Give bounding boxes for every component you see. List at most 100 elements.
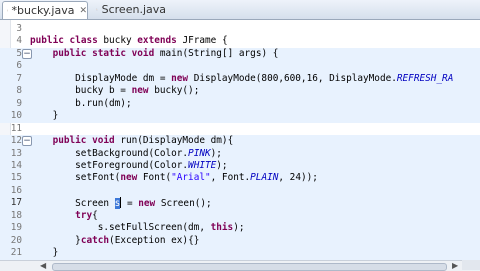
code-token: ); [216, 159, 228, 171]
code-token: public [52, 47, 87, 59]
code-token: setFont( [30, 172, 121, 184]
code-token: public [30, 35, 64, 47]
close-tab-icon[interactable]: ✕ [79, 6, 87, 16]
code-line[interactable]: 12− public void run(DisplayMode dm){ [0, 135, 480, 148]
line-number: 13 [10, 147, 22, 159]
code-token: { [92, 209, 98, 221]
line-number: 10 [10, 110, 22, 122]
tab-bucky-java[interactable]: J *bucky.java ✕ [2, 1, 88, 19]
line-number: 15 [10, 172, 22, 184]
code-token: b.run(dm); [30, 97, 132, 109]
java-editor: J *bucky.java ✕ J Screen.java 3 4 public c… [0, 0, 480, 271]
code-token: new [131, 85, 149, 97]
code-token: } [30, 247, 59, 259]
code-text: public static void main(String[] args) { [30, 47, 279, 61]
line-number: 11 [10, 122, 22, 134]
line-number: 6 [16, 60, 22, 72]
code-token: Screen(); [155, 198, 212, 210]
code-token: REFRESH_RA [396, 72, 454, 84]
line-number: 16 [10, 184, 22, 196]
code-text: } [30, 110, 59, 123]
code-token: setBackground(Color. [30, 147, 189, 159]
code-token: new [138, 198, 156, 210]
tab-screen-java[interactable]: J Screen.java [90, 1, 166, 18]
code-line[interactable]: 11 [0, 123, 480, 136]
code-line[interactable]: 20 }catch(Exception ex){} [0, 234, 480, 248]
code-token: setForeground(Color. [30, 159, 189, 171]
code-token: Font( [137, 172, 172, 184]
code-line[interactable]: 21 } [0, 247, 480, 260]
line-number: 5 [16, 47, 22, 59]
line-number: 18 [10, 209, 22, 221]
code-line[interactable]: 16 [0, 184, 480, 198]
line-number: 17 [10, 197, 22, 209]
code-token: , Font. [210, 172, 251, 184]
line-number: 3 [16, 23, 22, 34]
code-line[interactable]: 15 setFont(new Font("Arial", Font.PLAIN,… [0, 172, 480, 185]
code-text: public void run(DisplayMode dm){ [30, 135, 234, 148]
code-token: WHITE [188, 159, 217, 171]
code-line[interactable]: 3 [0, 23, 480, 36]
code-token: Screen [30, 198, 115, 210]
code-line[interactable]: 5− public static void main(String[] args… [0, 47, 480, 61]
code-line[interactable]: 10 } [0, 110, 480, 123]
code-line[interactable]: 9 b.run(dm); [0, 97, 480, 111]
scroll-left-arrow-icon[interactable]: ◀ [40, 262, 48, 270]
code-line[interactable]: 8 bucky b = new bucky(); [0, 85, 480, 98]
code-token: } [30, 110, 59, 122]
line-number: 7 [16, 72, 22, 84]
code-text: DisplayMode dm = new DisplayMode(800,600… [30, 73, 453, 86]
code-line[interactable]: 4 public class bucky extends JFrame { [0, 35, 480, 48]
code-token: ); [233, 222, 245, 234]
code-token: bucky(); [148, 85, 200, 97]
code-text: } [30, 247, 59, 260]
line-number: 12 [10, 135, 22, 147]
code-line[interactable]: 19 s.setFullScreen(dm, this); [0, 222, 480, 235]
java-file-icon: J [96, 8, 98, 11]
code-line[interactable]: 14 setForeground(Color.WHITE); [0, 159, 480, 173]
code-text: }catch(Exception ex){} [30, 235, 199, 248]
code-token: PINK [188, 147, 211, 159]
scrollbar-corner [462, 260, 480, 270]
code-token: JFrame { [176, 35, 228, 47]
line-number: 21 [10, 247, 22, 259]
code-token: DisplayMode(800,600,16, DisplayMode. [188, 72, 397, 84]
code-token: s.setFullScreen(dm, [30, 222, 211, 234]
code-text: b.run(dm); [30, 97, 132, 111]
code-token: catch [80, 234, 110, 246]
code-token: PLAIN [250, 172, 279, 184]
code-text: setForeground(Color.WHITE); [30, 159, 228, 173]
code-token: "Arial" [171, 172, 211, 184]
code-token: public [52, 135, 87, 147]
code-text: public class bucky extends JFrame { [30, 35, 228, 48]
line-number: 20 [10, 234, 22, 246]
line-number: 14 [10, 159, 22, 171]
line-number: 4 [16, 35, 22, 47]
code-token: void [131, 47, 155, 59]
code-token: new [171, 72, 189, 84]
code-text: setFont(new Font("Arial", Font.PLAIN, 24… [30, 172, 318, 185]
code-line[interactable]: 13 setBackground(Color.PINK); [0, 147, 480, 161]
code-token: this [210, 222, 234, 234]
code-token: try [75, 209, 93, 221]
horizontal-scrollbar[interactable]: ◀ ▶ [0, 260, 480, 271]
code-token: static [92, 47, 126, 59]
code-token: void [92, 135, 115, 147]
code-line[interactable]: 18 try{ [0, 209, 480, 223]
java-file-icon: J [7, 9, 8, 12]
code-token: ); [210, 147, 222, 159]
code-token: = [121, 198, 139, 210]
code-line[interactable]: 7 DisplayMode dm = new DisplayMode(800,6… [0, 72, 480, 86]
editor-tab-bar: J *bucky.java ✕ J Screen.java [0, 0, 480, 20]
line-number: 8 [16, 85, 22, 97]
code-text: setBackground(Color.PINK); [30, 148, 222, 161]
scroll-right-arrow-icon[interactable]: ▶ [452, 262, 460, 270]
code-text: try{ [30, 210, 98, 223]
code-token: extends [137, 35, 177, 47]
code-token: (Exception ex){} [109, 234, 200, 246]
code-line[interactable]: 6 [0, 60, 480, 73]
code-token: new [120, 172, 138, 184]
code-line[interactable]: 17 Screen s = new Screen(); [0, 197, 480, 210]
